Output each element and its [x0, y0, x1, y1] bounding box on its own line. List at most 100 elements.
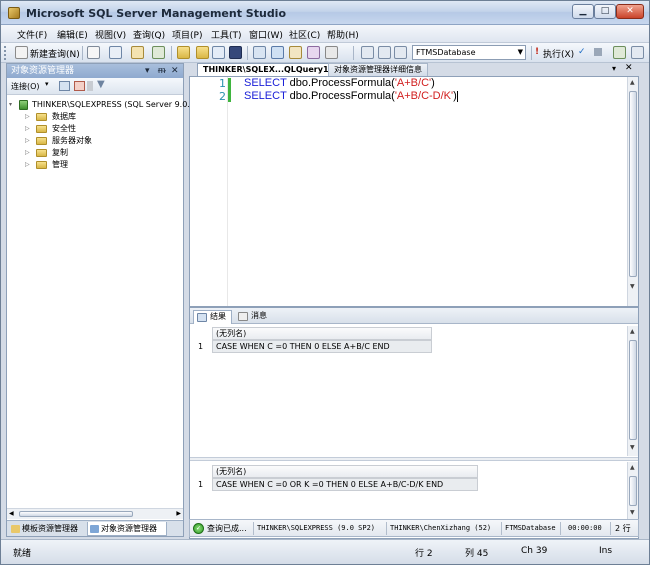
scroll-up-icon[interactable]: ▲ [630, 464, 635, 471]
tab-results[interactable]: 结果 [193, 310, 232, 324]
new-query-button[interactable]: 新建查询(N) [30, 47, 80, 60]
menu-file[interactable]: 文件(F) [17, 28, 47, 41]
object-explorer-icon[interactable] [271, 46, 284, 59]
toolbar-separator [247, 46, 248, 60]
change-tracking-bar [227, 77, 231, 306]
scroll-right-icon[interactable]: ▶ [176, 510, 181, 517]
analysis-query-icon[interactable] [109, 46, 122, 59]
code-line[interactable]: SELECT dbo.ProcessFormula('A+B/C') [244, 77, 435, 89]
menu-edit[interactable]: 编辑(E) [57, 28, 88, 41]
tab-object-explorer-details[interactable]: 对象资源管理器详细信息 [328, 63, 428, 76]
column-header[interactable]: (无列名) [212, 465, 478, 478]
menu-project[interactable]: 项目(P) [172, 28, 202, 41]
scroll-down-icon[interactable]: ▼ [630, 509, 635, 516]
dmx-query-icon[interactable] [152, 46, 165, 59]
mdx-query-icon[interactable] [131, 46, 144, 59]
menu-view[interactable]: 视图(V) [95, 28, 126, 41]
disconnect-icon[interactable] [74, 81, 85, 91]
execute-button[interactable]: 执行(X) [543, 47, 574, 60]
status-insert-mode: Ins [599, 546, 613, 556]
pin-icon[interactable]: ᵯ [158, 64, 166, 78]
scroll-thumb[interactable] [629, 340, 637, 440]
toolbox-icon[interactable] [325, 46, 338, 59]
menu-community[interactable]: 社区(C) [289, 28, 320, 41]
menu-window[interactable]: 窗口(W) [249, 28, 283, 41]
pane-close-icon[interactable]: ✕ [171, 64, 179, 78]
result-cell[interactable]: CASE WHEN C =0 THEN 0 ELSE A+B/C END [212, 340, 432, 353]
collapse-icon[interactable]: ▾ [9, 101, 16, 108]
expand-icon[interactable]: ▷ [25, 161, 32, 168]
folder-icon [36, 149, 47, 157]
scroll-down-icon[interactable]: ▼ [630, 444, 635, 451]
tab-object-explorer[interactable]: 对象资源管理器 [87, 522, 167, 536]
pane-dropdown-icon[interactable]: ▾ [145, 64, 150, 78]
minimize-button[interactable]: ▁ [572, 4, 594, 19]
new-query-icon[interactable] [15, 46, 28, 59]
connect-dropdown-icon[interactable]: ▾ [45, 80, 49, 88]
connect-icon[interactable] [59, 81, 70, 91]
maximize-button[interactable]: □ [594, 4, 616, 19]
open-project-icon[interactable] [196, 46, 209, 59]
scroll-up-icon[interactable]: ▲ [630, 79, 635, 86]
query-editor[interactable]: 1 2 SELECT dbo.ProcessFormula('A+B/C') S… [189, 76, 639, 307]
row-number[interactable]: 1 [194, 478, 212, 491]
database-select[interactable]: FTMSDatabase ▼ [412, 45, 526, 60]
menu-tools[interactable]: 工具(T) [211, 28, 242, 41]
document-tabs: THINKER\SQLEX...QLQuery1.sql* 对象资源管理器详细信… [189, 63, 639, 76]
result-cell[interactable]: CASE WHEN C =0 OR K =0 THEN 0 ELSE A+B/C… [212, 478, 478, 491]
scroll-thumb[interactable] [629, 476, 637, 506]
cancel-query-icon[interactable] [594, 48, 602, 56]
save-all-icon[interactable] [229, 46, 242, 59]
expand-icon[interactable]: ▷ [25, 137, 32, 144]
tab-close-icon[interactable]: ✕ [625, 63, 633, 73]
menu-query[interactable]: 查询(Q) [133, 28, 165, 41]
grid2-vertical-scrollbar[interactable]: ▲ ▼ [627, 462, 638, 520]
tab-template-explorer[interactable]: 模板资源管理器 [9, 522, 87, 536]
properties-icon[interactable] [307, 46, 320, 59]
status-elapsed-time: 00:00:00 [568, 524, 602, 532]
tab-messages[interactable]: 消息 [235, 310, 272, 324]
row-number[interactable]: 1 [194, 340, 212, 353]
close-button[interactable]: ✕ [616, 4, 644, 19]
status-separator [253, 522, 254, 535]
parse-check-icon[interactable]: ✓ [578, 47, 586, 57]
open-file-icon[interactable] [177, 46, 190, 59]
grid1-vertical-scrollbar[interactable]: ▲ ▼ [627, 326, 638, 456]
expand-icon[interactable]: ▷ [25, 149, 32, 156]
query-options-icon[interactable] [361, 46, 374, 59]
scroll-left-icon[interactable]: ◀ [9, 510, 14, 517]
query-status-message: 查询已成... [207, 524, 247, 533]
grid-splitter[interactable] [190, 457, 638, 461]
folder-icon [36, 125, 47, 133]
registered-servers-icon[interactable] [253, 46, 266, 59]
execute-icon[interactable]: ! [535, 47, 539, 57]
display-plan-icon[interactable] [613, 46, 626, 59]
expand-icon[interactable]: ▷ [25, 125, 32, 132]
folder-icon [36, 113, 47, 121]
column-header[interactable]: (无列名) [212, 327, 432, 340]
scroll-down-icon[interactable]: ▼ [630, 283, 635, 290]
editor-vertical-scrollbar[interactable]: ▲ ▼ [627, 77, 638, 306]
database-engine-query-icon[interactable] [87, 46, 100, 59]
results-text-icon[interactable] [394, 46, 407, 59]
results-grid-icon[interactable] [378, 46, 391, 59]
filter-icon[interactable]: ▼ [97, 79, 105, 90]
success-check-icon: ✓ [193, 523, 204, 534]
template-explorer-icon[interactable] [289, 46, 302, 59]
scroll-up-icon[interactable]: ▲ [630, 328, 635, 335]
code-line[interactable]: SELECT dbo.ProcessFormula('A+B/C-D/K') [244, 90, 458, 102]
scroll-thumb[interactable] [629, 91, 637, 277]
save-icon[interactable] [212, 46, 225, 59]
toolbar-grip[interactable] [4, 46, 7, 60]
stop-icon[interactable] [87, 81, 93, 91]
toolbar-separator [531, 46, 532, 60]
connect-button[interactable]: 连接(O) [11, 81, 40, 92]
menu-help[interactable]: 帮助(H) [327, 28, 359, 41]
toolbar-options-icon[interactable] [631, 46, 644, 59]
scroll-thumb[interactable] [19, 511, 133, 517]
tree-horizontal-scrollbar[interactable]: ◀ ▶ [7, 508, 183, 519]
tab-list-icon[interactable]: ▾ [612, 64, 616, 73]
toolbar-separator [171, 46, 172, 60]
object-explorer-pane: 对象资源管理器 ▾ ᵯ ✕ 连接(O) ▾ ▼ ▾ THINKER\SQLEXP… [6, 63, 195, 537]
expand-icon[interactable]: ▷ [25, 113, 32, 120]
